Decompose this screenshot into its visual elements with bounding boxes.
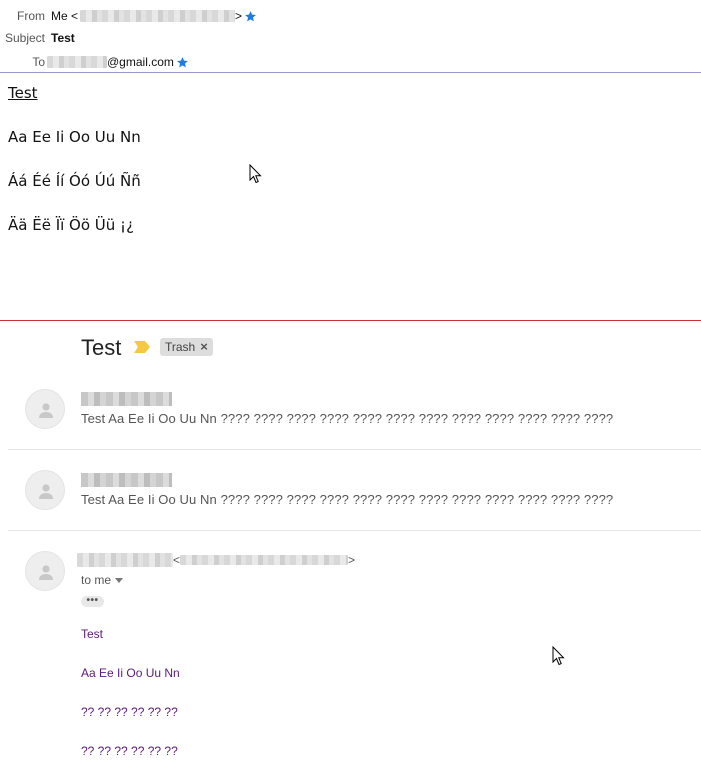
redacted-recipient (47, 56, 107, 68)
to-domain: @gmail.com (107, 55, 174, 69)
subject-value: Test (51, 31, 75, 45)
star-icon[interactable] (244, 10, 257, 23)
compose-body-line: Test (8, 84, 38, 102)
label-chip-text: Trash (165, 340, 196, 354)
person-icon (39, 565, 53, 580)
message-body-line: Test (81, 627, 104, 641)
message-body-line: ?? ?? ?? ?? ?? ?? (81, 705, 178, 719)
show-trimmed-content-button[interactable]: ••• (81, 596, 104, 607)
from-value: Me < > (51, 8, 257, 24)
header-divider (0, 72, 701, 73)
to-me-label: to me (81, 573, 112, 587)
message-divider (8, 530, 701, 531)
avatar (25, 470, 65, 510)
mouse-cursor-icon (552, 646, 565, 666)
message-body-line: ?? ?? ?? ?? ?? ?? (81, 744, 178, 758)
star-icon[interactable] (176, 56, 189, 69)
message-body-line: Aa Ee Ii Oo Uu Nn (81, 666, 180, 680)
sender-email-close: > (348, 553, 356, 567)
redacted-sender-name[interactable] (81, 392, 172, 406)
to-label: To (32, 55, 45, 69)
mouse-cursor-icon (249, 164, 262, 184)
from-name: Me < (51, 9, 79, 23)
subject-label: Subject (4, 31, 45, 45)
to-value: @gmail.com (47, 54, 189, 70)
remove-label-icon[interactable]: × (200, 338, 208, 356)
compose-body-line: Ää Ëë Ïï Öö Üü ¡¿ (8, 216, 135, 234)
compose-body-line: Aa Ee Ii Oo Uu Nn (8, 128, 141, 146)
redacted-sender-name (77, 553, 173, 567)
message-snippet[interactable]: Test Aa Ee Ii Oo Uu Nn ???? ???? ???? ??… (81, 411, 613, 426)
from-label: From (17, 9, 45, 23)
message-snippet[interactable]: Test Aa Ee Ii Oo Uu Nn ???? ???? ???? ??… (81, 492, 613, 507)
from-close: > (235, 9, 243, 23)
redacted-sender-name[interactable] (81, 473, 172, 487)
screenshot-split-line (0, 320, 701, 321)
message-divider (8, 449, 701, 450)
thread-subject: Test (81, 335, 122, 360)
compose-body-line: Áá Éé Íí Óó Úú Ññ (8, 172, 141, 190)
label-chip-trash[interactable]: Trash × (160, 338, 213, 356)
chevron-down-icon (115, 577, 124, 583)
person-icon (39, 403, 53, 418)
person-icon (39, 484, 53, 499)
avatar (25, 551, 65, 591)
recipient-details-toggle[interactable]: to me (81, 573, 124, 587)
redacted-sender-email (180, 555, 349, 565)
redacted-email (80, 10, 236, 22)
expanded-sender-line: < > (77, 553, 355, 567)
importance-marker-icon[interactable] (133, 340, 151, 354)
avatar (25, 389, 65, 429)
sender-email-open: < (173, 553, 181, 567)
